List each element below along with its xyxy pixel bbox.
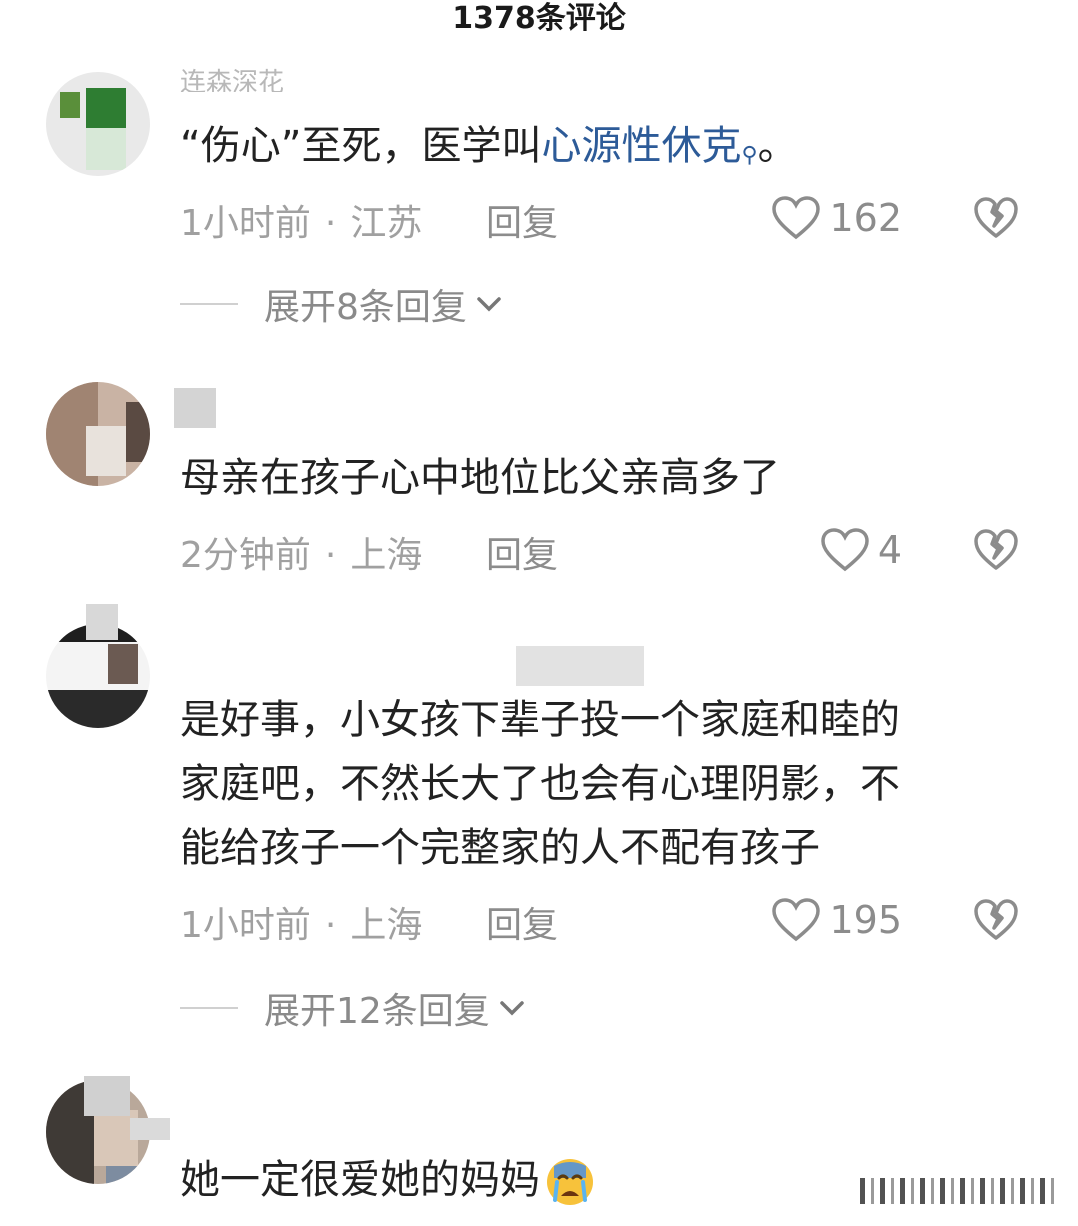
comment-text-line: 能给孩子一个完整家的人不配有孩子 [180, 825, 820, 871]
broken-heart-icon[interactable] [972, 526, 1020, 574]
location: 江苏 [350, 203, 423, 244]
comment-text-line: 家庭吧，不然长大了也会有心理阴影，不 [180, 761, 900, 807]
expand-replies-label: 展开8条回复 [264, 287, 467, 328]
reply-button[interactable]: 回复 [486, 896, 558, 948]
username-mosaic [516, 646, 644, 686]
username[interactable]: 连森深花 [180, 58, 284, 92]
like-button[interactable]: 162 [771, 194, 902, 242]
comment-text-part: 。 [757, 123, 798, 169]
expand-replies-button[interactable]: 展开8条回复 [180, 282, 503, 328]
chevron-down-icon [500, 1001, 524, 1016]
reply-button[interactable]: 回复 [486, 526, 558, 578]
comment-text-part: “伤心”至死，医学叫 [180, 123, 542, 169]
expand-replies-button[interactable]: 展开12条回复 [180, 986, 526, 1032]
like-button[interactable]: 4 [820, 526, 902, 574]
timestamp: 1小时前 [180, 905, 311, 946]
like-button[interactable]: 195 [771, 896, 902, 944]
comment-meta: 1小时前 · 江苏 回复 [180, 194, 558, 244]
comment-text: 母亲在孩子心中地位比父亲高多了 [180, 455, 780, 501]
location: 上海 [350, 535, 423, 576]
heart-icon [772, 898, 821, 942]
comment-meta: 1小时前 · 上海 回复 [180, 896, 558, 946]
like-count: 4 [877, 528, 902, 572]
avatar[interactable] [46, 382, 150, 486]
avatar[interactable] [46, 72, 150, 176]
divider [180, 1007, 238, 1009]
search-icon[interactable]: ⚲ [741, 124, 757, 188]
comment-text-line: 是好事，小女孩下辈子投一个家庭和睦的 [180, 697, 900, 743]
crying-face-icon [547, 1159, 593, 1205]
username-mosaic [86, 604, 118, 640]
heart-icon [772, 196, 821, 240]
watermark [860, 1178, 1056, 1204]
page-title: 1378条评论 [452, 1, 626, 36]
username-mosaic [84, 1076, 130, 1116]
comment-text: 是好事，小女孩下辈子投一个家庭和睦的 家庭吧，不然长大了也会有心理阴影，不 能给… [180, 688, 1020, 880]
broken-heart-icon[interactable] [972, 194, 1020, 242]
location: 上海 [350, 905, 423, 946]
expand-replies-label: 展开12条回复 [264, 991, 490, 1032]
reply-button[interactable]: 回复 [486, 194, 558, 246]
like-count: 195 [829, 898, 902, 942]
broken-heart-icon[interactable] [972, 896, 1020, 944]
comment-text-part: 她一定很爱她的妈妈 [180, 1157, 540, 1203]
comment-text: “伤心”至死，医学叫心源性休克⚲。 [180, 114, 1020, 188]
username-mosaic [130, 1118, 170, 1140]
timestamp: 2分钟前 [180, 535, 311, 576]
divider [180, 303, 238, 305]
username-mosaic [174, 388, 216, 428]
chevron-down-icon [477, 297, 501, 312]
timestamp: 1小时前 [180, 203, 311, 244]
comment-meta: 2分钟前 · 上海 回复 [180, 526, 558, 576]
heart-icon [821, 528, 869, 572]
like-count: 162 [829, 196, 902, 240]
search-link[interactable]: 心源性休克 [541, 123, 741, 169]
